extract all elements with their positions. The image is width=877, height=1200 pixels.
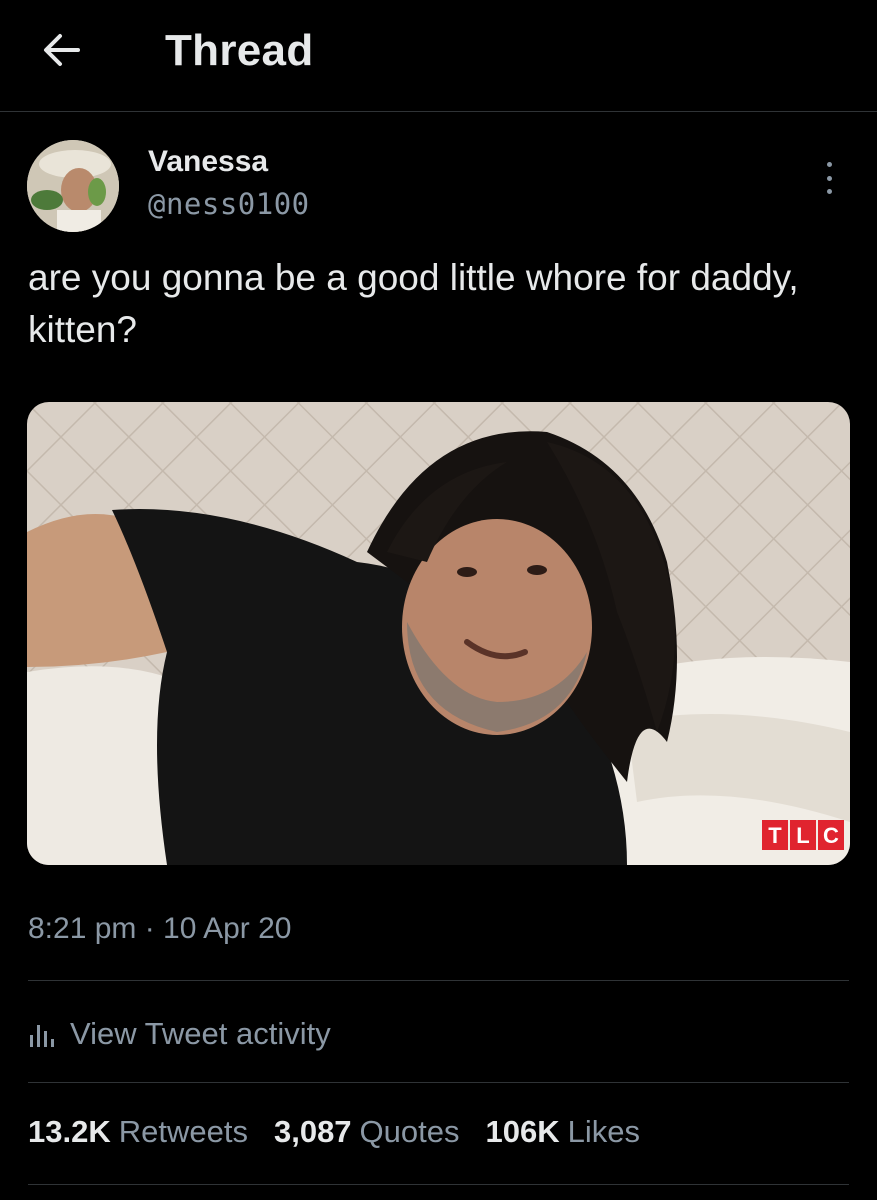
tweet-text: are you gonna be a good little whore for…: [28, 257, 799, 350]
retweets-label: Retweets: [118, 1114, 248, 1149]
retweets-count: 13.2K: [28, 1114, 111, 1149]
bar-chart-icon: [30, 1025, 54, 1047]
avatar-image: [27, 140, 119, 232]
activity-label: View Tweet activity: [70, 1016, 331, 1051]
likes-count: 106K: [485, 1114, 560, 1149]
likes-label: Likes: [567, 1114, 640, 1149]
divider: [28, 1082, 849, 1083]
more-options-button[interactable]: [815, 158, 843, 198]
header-bar: Thread: [0, 0, 877, 112]
more-vertical-icon: [826, 162, 832, 167]
media-photo: T L C: [27, 402, 850, 865]
divider: [28, 1184, 849, 1185]
quotes-stat[interactable]: 3,087 Quotes: [274, 1114, 460, 1150]
avatar[interactable]: [27, 140, 119, 232]
quotes-count: 3,087: [273, 1114, 352, 1149]
display-name[interactable]: Vanessa: [148, 145, 268, 179]
arrow-left-icon: [44, 34, 80, 66]
retweets-stat[interactable]: 13.2K Retweets: [28, 1114, 248, 1150]
svg-text:T: T: [768, 823, 782, 848]
tweet-media-image[interactable]: T L C: [27, 402, 850, 865]
page-title: Thread: [165, 26, 314, 75]
view-tweet-activity-link[interactable]: View Tweet activity: [28, 1012, 331, 1056]
tweet-timestamp[interactable]: 8:21 pm · 10 Apr 20: [28, 912, 292, 946]
user-handle[interactable]: @ness0100: [148, 187, 310, 221]
tweet-stats: 13.2K Retweets 3,087 Quotes 106K Likes: [28, 1114, 666, 1150]
quotes-label: Quotes: [359, 1114, 460, 1149]
divider: [28, 980, 849, 981]
svg-text:L: L: [796, 823, 809, 848]
back-button[interactable]: [40, 28, 84, 72]
likes-stat[interactable]: 106K Likes: [486, 1114, 640, 1150]
tlc-watermark: T L C: [762, 820, 844, 850]
svg-text:C: C: [823, 823, 839, 848]
